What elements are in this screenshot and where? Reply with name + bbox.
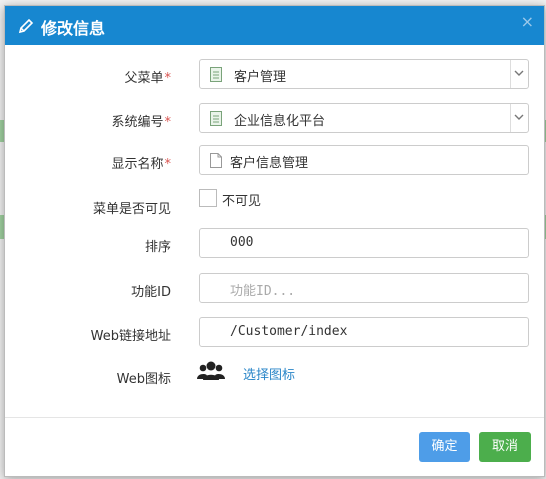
users-icon bbox=[197, 361, 225, 380]
system-code-label: 系统编号* bbox=[111, 115, 171, 130]
web-icon-row: Web图标 选择图标 bbox=[5, 360, 544, 392]
cancel-button[interactable]: 取消 bbox=[479, 432, 531, 462]
confirm-button[interactable]: 确定 bbox=[419, 432, 470, 462]
sort-input[interactable]: 000 bbox=[199, 228, 529, 258]
visible-label: 菜单是否可见 bbox=[92, 202, 171, 217]
chevron-down-icon[interactable] bbox=[513, 67, 525, 79]
display-name-row: 显示名称* 客户信息管理 bbox=[5, 145, 544, 177]
chevron-down-icon[interactable] bbox=[513, 111, 525, 123]
function-id-placeholder: 功能ID... bbox=[230, 284, 296, 299]
sort-row: 排序 000 bbox=[5, 228, 544, 260]
select-separator bbox=[510, 104, 511, 132]
display-name-label: 显示名称* bbox=[111, 157, 171, 172]
visible-row: 菜单是否可见 不可见 bbox=[5, 189, 544, 221]
function-id-label: 功能ID bbox=[131, 285, 171, 300]
document-icon bbox=[210, 111, 222, 126]
web-url-value: /Customer/index bbox=[230, 324, 348, 339]
edit-dialog: 修改信息 × 父菜单* 客户管理 系统编号* 企业信息化平台 显示名称* 客户信… bbox=[4, 5, 545, 477]
visible-option-label[interactable]: 不可见 bbox=[222, 190, 261, 209]
sort-value: 000 bbox=[230, 235, 254, 250]
dialog-header: 修改信息 × bbox=[5, 6, 544, 45]
function-id-row: 功能ID 功能ID... bbox=[5, 273, 544, 305]
display-name-value: 客户信息管理 bbox=[230, 156, 309, 171]
footer-divider bbox=[5, 417, 544, 418]
function-id-input[interactable]: 功能ID... bbox=[199, 273, 529, 303]
system-code-select[interactable]: 企业信息化平台 bbox=[199, 103, 529, 133]
pencil-icon bbox=[18, 18, 34, 34]
parent-menu-select[interactable]: 客户管理 bbox=[199, 59, 529, 89]
close-icon[interactable]: × bbox=[521, 12, 534, 31]
parent-menu-value: 客户管理 bbox=[234, 70, 287, 85]
parent-menu-label: 父菜单* bbox=[124, 71, 171, 86]
document-icon bbox=[210, 67, 222, 82]
web-url-row: Web链接地址 /Customer/index bbox=[5, 317, 544, 349]
web-icon-label: Web图标 bbox=[116, 372, 171, 387]
choose-icon-link[interactable]: 选择图标 bbox=[243, 364, 295, 383]
select-separator bbox=[510, 60, 511, 88]
parent-menu-row: 父菜单* 客户管理 bbox=[5, 59, 544, 91]
display-name-input[interactable]: 客户信息管理 bbox=[199, 145, 529, 175]
system-code-row: 系统编号* 企业信息化平台 bbox=[5, 103, 544, 135]
sort-label: 排序 bbox=[144, 240, 171, 255]
web-url-label: Web链接地址 bbox=[90, 329, 171, 344]
dialog-title: 修改信息 bbox=[41, 19, 106, 38]
system-code-value: 企业信息化平台 bbox=[234, 114, 326, 129]
file-icon bbox=[210, 153, 222, 168]
visible-checkbox[interactable] bbox=[199, 189, 217, 207]
web-url-input[interactable]: /Customer/index bbox=[199, 317, 529, 347]
